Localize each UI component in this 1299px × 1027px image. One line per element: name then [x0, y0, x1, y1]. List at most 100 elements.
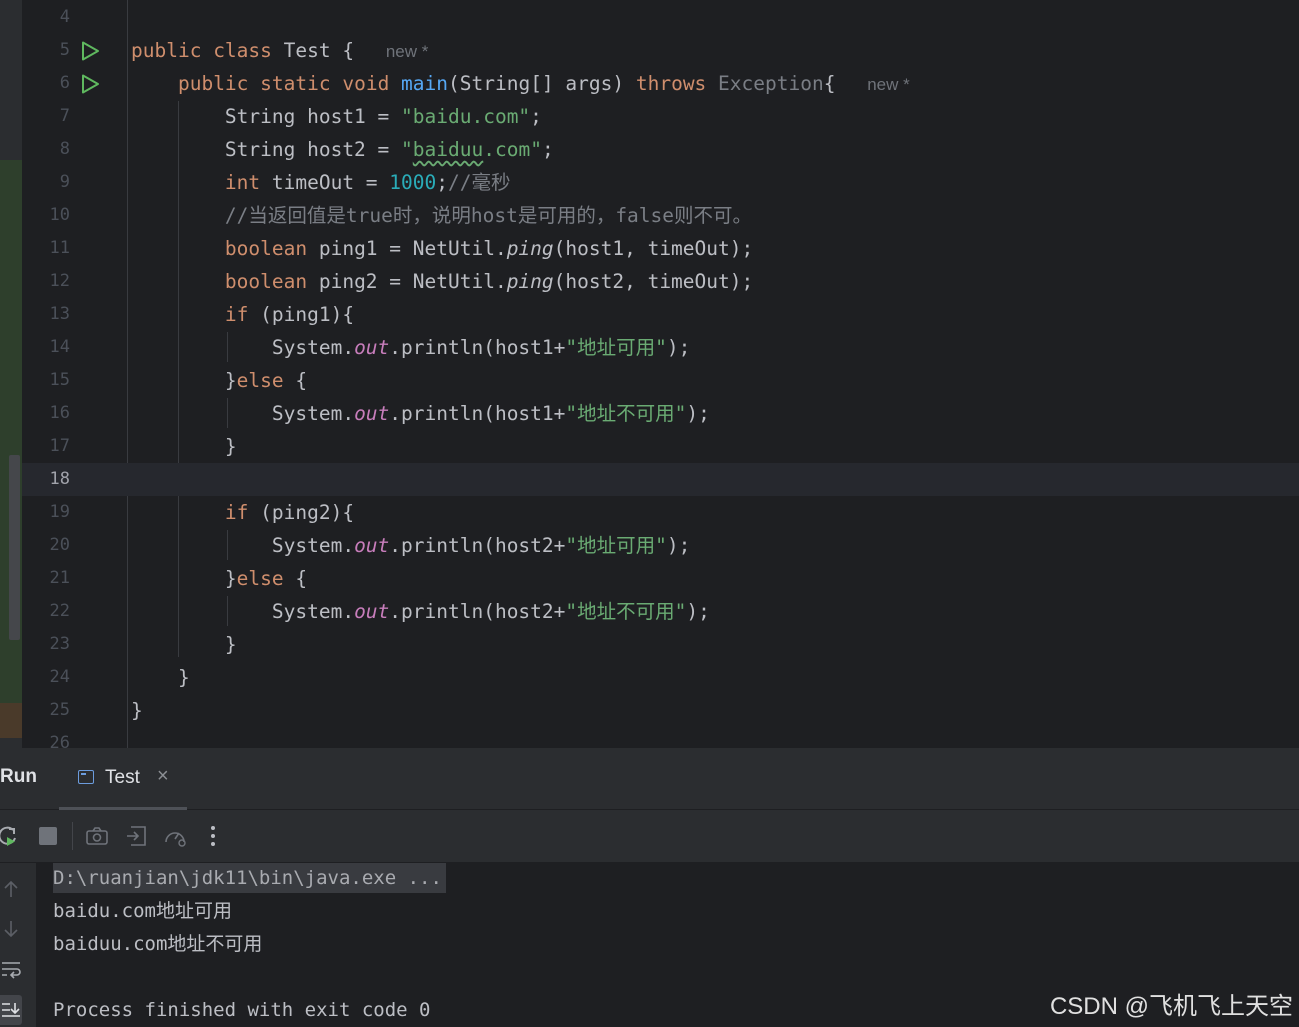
code-token: }	[131, 633, 237, 656]
line-number[interactable]: 9	[22, 166, 70, 199]
code-token: }	[131, 369, 237, 392]
code-line[interactable]: 25}	[22, 694, 1299, 727]
line-number[interactable]: 19	[22, 496, 70, 529]
code-text[interactable]: }	[131, 661, 190, 694]
code-line[interactable]: 19 if (ping2){	[22, 496, 1299, 529]
line-number[interactable]: 20	[22, 529, 70, 562]
line-number[interactable]: 7	[22, 100, 70, 133]
code-token: Exception	[718, 72, 824, 95]
code-line[interactable]: 9 int timeOut = 1000;//毫秒	[22, 166, 1299, 199]
code-line[interactable]: 8 String host2 = "baiduu.com";	[22, 133, 1299, 166]
code-token: out	[354, 600, 390, 623]
code-text[interactable]: if (ping1){	[131, 298, 354, 331]
code-line[interactable]: 15 }else {	[22, 364, 1299, 397]
line-number[interactable]: 5	[22, 34, 70, 67]
line-number[interactable]: 15	[22, 364, 70, 397]
code-line[interactable]: 6 public static void main(String[] args)…	[22, 67, 1299, 100]
arrow-down-icon[interactable]	[0, 917, 22, 941]
code-text[interactable]: public class Test { new *	[131, 34, 428, 68]
line-number[interactable]: 10	[22, 199, 70, 232]
strip-scroll-thumb[interactable]	[9, 455, 20, 640]
code-token: System.	[131, 600, 355, 623]
code-text[interactable]: }	[131, 628, 237, 661]
code-editor[interactable]: 4 5 public class Test { new * 6 public stat…	[0, 0, 1299, 748]
code-line[interactable]: 22 System.out.println(host2+"地址不可用");	[22, 595, 1299, 628]
line-number[interactable]: 18	[22, 463, 70, 496]
code-text[interactable]: boolean ping1 = NetUtil.ping(host1, time…	[131, 232, 753, 265]
code-line[interactable]: 24 }	[22, 661, 1299, 694]
line-number[interactable]: 26	[22, 727, 70, 748]
tab-test[interactable]: Test ×	[59, 748, 187, 810]
close-icon[interactable]: ×	[157, 765, 169, 788]
code-token: ;	[541, 138, 554, 161]
exit-icon[interactable]	[125, 824, 149, 848]
code-text[interactable]: public static void main(String[] args) t…	[131, 67, 910, 101]
line-number[interactable]: 4	[22, 1, 70, 34]
profiler-icon[interactable]	[163, 824, 187, 848]
line-number[interactable]: 25	[22, 694, 70, 727]
code-line[interactable]: 12 boolean ping2 = NetUtil.ping(host2, t…	[22, 265, 1299, 298]
code-line[interactable]: 21 }else {	[22, 562, 1299, 595]
arrow-up-icon[interactable]	[0, 877, 22, 901]
code-line[interactable]: 18	[22, 463, 1299, 496]
code-text[interactable]: boolean ping2 = NetUtil.ping(host2, time…	[131, 265, 753, 298]
line-number[interactable]: 22	[22, 595, 70, 628]
code-line[interactable]: 20 System.out.println(host2+"地址可用");	[22, 529, 1299, 562]
rerun-icon[interactable]	[0, 824, 20, 848]
code-text[interactable]: }	[131, 430, 237, 463]
code-text[interactable]: String host2 = "baiduu.com";	[131, 133, 554, 166]
code-text[interactable]: }else {	[131, 562, 307, 595]
code-text[interactable]: System.out.println(host2+"地址可用");	[131, 529, 691, 562]
code-token: "地址不可用"	[565, 600, 687, 623]
scroll-to-end-icon[interactable]	[0, 995, 22, 1025]
console-output-line: baidu.com地址可用	[53, 896, 232, 926]
code-text[interactable]: }	[131, 694, 143, 727]
camera-icon[interactable]	[85, 824, 109, 848]
code-text[interactable]: String host1 = "baidu.com";	[131, 100, 542, 133]
code-token: }	[131, 699, 143, 722]
run-panel-title: Run	[0, 766, 37, 787]
run-gutter-icon[interactable]	[80, 74, 100, 94]
line-number[interactable]: 14	[22, 331, 70, 364]
console-command-line[interactable]: D:\ruanjian\jdk11\bin\java.exe ...	[53, 863, 446, 893]
line-number[interactable]: 13	[22, 298, 70, 331]
code-text[interactable]: int timeOut = 1000;//毫秒	[131, 166, 511, 199]
code-text[interactable]: System.out.println(host2+"地址不可用");	[131, 595, 710, 628]
code-line[interactable]: 13 if (ping1){	[22, 298, 1299, 331]
line-number[interactable]: 8	[22, 133, 70, 166]
line-number[interactable]: 17	[22, 430, 70, 463]
code-token: baiduu	[412, 138, 484, 161]
code-token: else	[236, 369, 296, 392]
code-token: timeOut =	[271, 171, 390, 194]
more-icon[interactable]	[201, 824, 225, 848]
code-token: .println(host2+	[389, 534, 566, 557]
watermark: CSDN @飞机飞上天空	[1049, 993, 1293, 1020]
code-token: if	[224, 303, 261, 326]
code-line[interactable]: 10 //当返回值是true时，说明host是可用的，false则不可。	[22, 199, 1299, 232]
code-text[interactable]: }else {	[131, 364, 307, 397]
code-text[interactable]: System.out.println(host1+"地址不可用");	[131, 397, 710, 430]
line-number[interactable]: 16	[22, 397, 70, 430]
code-line[interactable]: 23 }	[22, 628, 1299, 661]
code-line[interactable]: 26	[22, 727, 1299, 748]
code-line[interactable]: 5 public class Test { new *	[22, 34, 1299, 67]
run-gutter-icon[interactable]	[80, 41, 100, 61]
code-text[interactable]: System.out.println(host1+"地址可用");	[131, 331, 691, 364]
code-line[interactable]: 16 System.out.println(host1+"地址不可用");	[22, 397, 1299, 430]
code-line[interactable]: 4	[22, 1, 1299, 34]
code-text[interactable]: //当返回值是true时，说明host是可用的，false则不可。	[131, 199, 752, 232]
soft-wrap-icon[interactable]	[0, 957, 22, 981]
code-line[interactable]: 7 String host1 = "baidu.com";	[22, 100, 1299, 133]
stop-icon[interactable]	[36, 824, 60, 848]
line-number[interactable]: 21	[22, 562, 70, 595]
line-number[interactable]: 11	[22, 232, 70, 265]
line-number[interactable]: 23	[22, 628, 70, 661]
code-text[interactable]: if (ping2){	[131, 496, 354, 529]
code-line[interactable]: 17 }	[22, 430, 1299, 463]
line-number[interactable]: 24	[22, 661, 70, 694]
line-number[interactable]: 6	[22, 67, 70, 100]
code-line[interactable]: 11 boolean ping1 = NetUtil.ping(host1, t…	[22, 232, 1299, 265]
line-number[interactable]: 12	[22, 265, 70, 298]
code-line[interactable]: 14 System.out.println(host1+"地址可用");	[22, 331, 1299, 364]
